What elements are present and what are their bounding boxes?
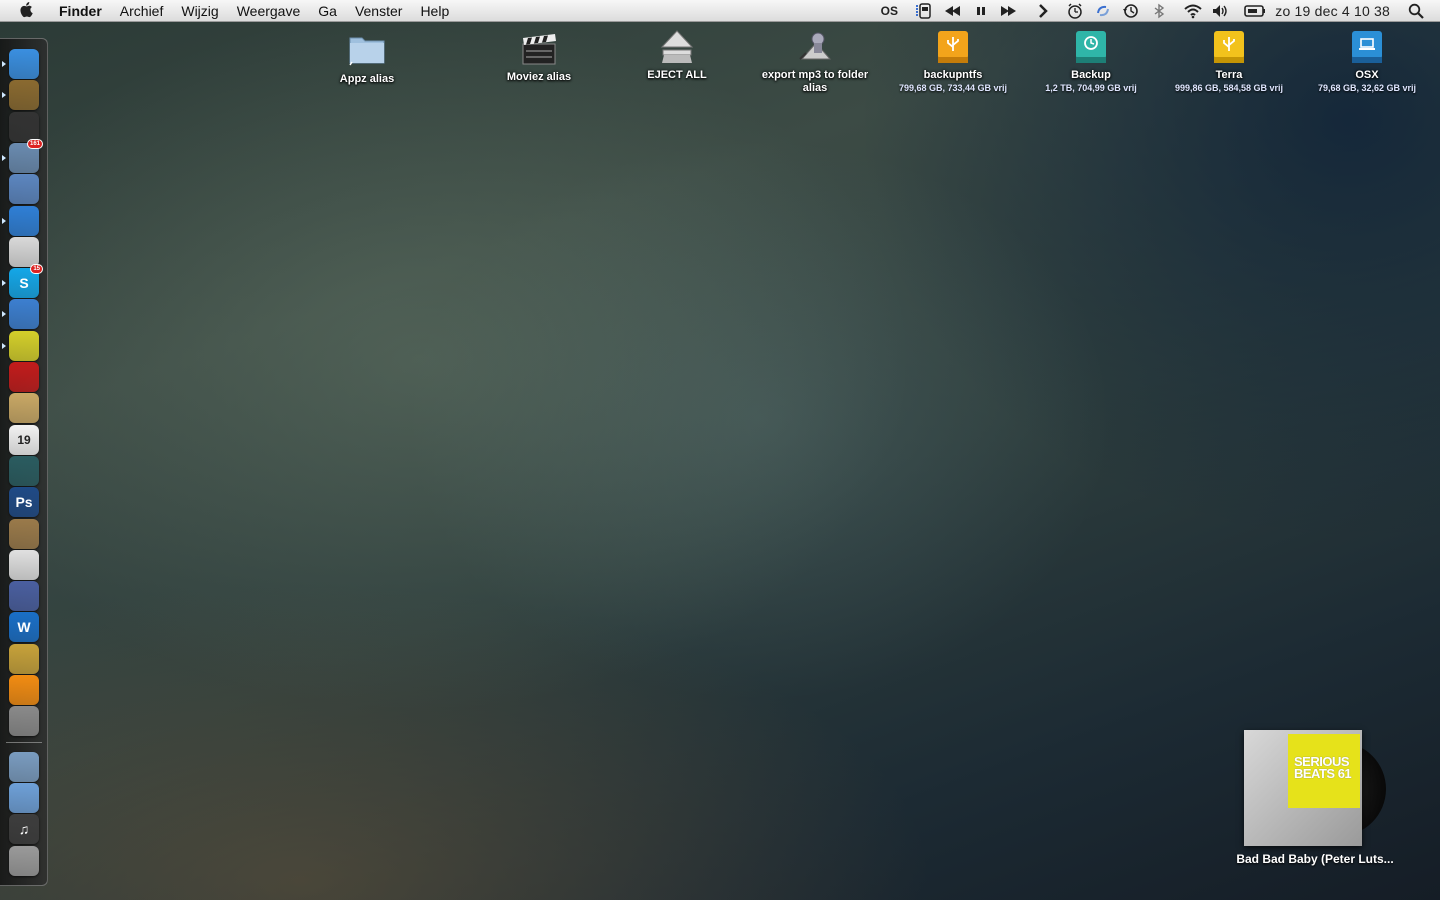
usb-drive-icon: [1210, 28, 1248, 66]
running-indicator: [2, 342, 6, 349]
clapper-icon: [520, 30, 558, 68]
desktop-icon-label: backupntfs: [923, 69, 983, 81]
desktop-icon-label: Appz alias: [339, 73, 395, 85]
app-menu-finder[interactable]: Finder: [50, 0, 111, 22]
menu-wijzig[interactable]: Wijzig: [172, 0, 227, 22]
desktop-icon-info: 799,68 GB, 733,44 GB vrij: [898, 83, 1008, 93]
internal-drive-icon: [1348, 28, 1386, 66]
album-cover-text-2: BEATS 61: [1294, 766, 1352, 781]
dock-badge: 161: [26, 138, 43, 149]
running-indicator: [2, 311, 6, 318]
dock-badge: 15: [30, 264, 43, 275]
apple-menu-icon[interactable]: [18, 2, 36, 20]
dock-item-transmit[interactable]: [9, 362, 39, 392]
fast-forward-icon[interactable]: [995, 0, 1023, 22]
dock-item-safari[interactable]: [9, 205, 39, 236]
dock-item-system-preferences[interactable]: [9, 706, 39, 737]
menu-bar: Finder Archief Wijzig Weergave Ga Venste…: [0, 0, 1440, 22]
running-indicator: [2, 92, 6, 99]
dock-item-imovie[interactable]: [9, 643, 39, 674]
dock-item-music-stack[interactable]: ♫: [9, 814, 39, 845]
dock-item-script-editor[interactable]: [9, 581, 39, 612]
music-stack-icon: ♫: [18, 821, 30, 838]
running-indicator: [2, 61, 6, 67]
dock-item-finder[interactable]: [9, 49, 39, 79]
desktop-icon-label: Moviez alias: [506, 71, 572, 83]
os-status-label[interactable]: OS: [875, 0, 903, 22]
time-machine-icon[interactable]: [1117, 0, 1145, 22]
chevron-right-icon[interactable]: [1029, 0, 1057, 22]
ical-icon: 19: [17, 432, 31, 447]
sync-icon[interactable]: [1089, 0, 1117, 22]
word-icon: W: [17, 619, 31, 636]
dock-item-stickies[interactable]: [9, 330, 39, 361]
dock-item-trash[interactable]: [9, 845, 39, 876]
desktop-icon-terra[interactable]: Terra 999,86 GB, 584,58 GB vrij: [1164, 28, 1294, 94]
dock-item-preview[interactable]: [9, 174, 39, 205]
spotlight-icon[interactable]: [1402, 0, 1430, 22]
battery-monitor-icon[interactable]: [911, 0, 939, 22]
dock-item-documents-stack[interactable]: [9, 782, 39, 813]
running-indicator: [2, 217, 6, 224]
usb-drive-icon: [934, 28, 972, 66]
automator-icon: [796, 28, 834, 66]
eject-icon: [658, 28, 696, 66]
display-icon[interactable]: [1241, 0, 1269, 22]
now-playing-widget[interactable]: SERIOUS BEATS 61 Bad Bad Baby (Peter Lut…: [1230, 728, 1400, 873]
desktop-icon-info: 1,2 TB, 704,99 GB vrij: [1045, 83, 1137, 93]
album-cover-art: SERIOUS BEATS 61: [1288, 734, 1360, 808]
rewind-icon[interactable]: [939, 0, 967, 22]
dock: 161 S 15 19 Ps W ♫: [0, 38, 48, 886]
dock-separator: [6, 741, 42, 743]
desktop-icon-label: OSX: [1355, 69, 1379, 81]
dock-item-skype[interactable]: S 15: [9, 264, 43, 299]
dock-item-itunes[interactable]: [9, 299, 39, 330]
dock-item-address-book[interactable]: [9, 393, 39, 424]
dock-item-applications-stack[interactable]: [9, 751, 39, 782]
menu-venster[interactable]: Venster: [346, 0, 411, 22]
desktop-icon-osx[interactable]: OSX 79,68 GB, 32,62 GB vrij: [1302, 28, 1432, 94]
volume-icon[interactable]: [1207, 0, 1235, 22]
dock-item-spaceship[interactable]: [9, 80, 39, 111]
bluetooth-icon[interactable]: [1145, 0, 1173, 22]
desktop-icon-backup[interactable]: Backup 1,2 TB, 704,99 GB vrij: [1026, 28, 1156, 94]
alarm-clock-icon[interactable]: [1061, 0, 1089, 22]
desktop-icon-export-mp3[interactable]: export mp3 to folder alias: [750, 28, 880, 95]
menu-help[interactable]: Help: [411, 0, 458, 22]
album-cover[interactable]: SERIOUS BEATS 61: [1244, 730, 1362, 846]
menu-archief[interactable]: Archief: [111, 0, 173, 22]
dock-item-word[interactable]: W: [9, 612, 39, 643]
dock-item-vlc[interactable]: [9, 675, 39, 705]
desktop-icon-backupntfs[interactable]: backupntfs 799,68 GB, 733,44 GB vrij: [888, 28, 1018, 94]
desktop-icon-info: 999,86 GB, 584,58 GB vrij: [1174, 83, 1284, 93]
wifi-icon[interactable]: [1179, 0, 1207, 22]
desktop-icon-label: Backup: [1071, 69, 1111, 81]
dock-item-photoshop[interactable]: Ps: [9, 487, 39, 518]
dock-item-dashboard[interactable]: [9, 111, 39, 142]
dock-item-time-machine[interactable]: [9, 455, 39, 486]
desktop-icon-info: 79,68 GB, 32,62 GB vrij: [1317, 83, 1417, 93]
running-indicator: [2, 280, 6, 287]
dock-item-iphoto[interactable]: [9, 518, 39, 549]
dock-item-mail[interactable]: 161: [9, 138, 43, 173]
desktop-icon-label: EJECT ALL: [647, 69, 707, 81]
menu-weergave[interactable]: Weergave: [228, 0, 310, 22]
desktop-icon-label: export mp3 to folder alias: [761, 69, 869, 94]
dock-item-textedit[interactable]: [9, 549, 39, 580]
pause-icon[interactable]: [967, 0, 995, 22]
desktop-icon-moviez-alias[interactable]: Moviez alias: [474, 30, 604, 84]
photoshop-icon: Ps: [15, 494, 33, 511]
menu-ga[interactable]: Ga: [309, 0, 346, 22]
desktop-icon-appz-alias[interactable]: Appz alias: [302, 30, 432, 86]
now-playing-track: Bad Bad Baby (Peter Luts...: [1236, 852, 1394, 866]
dock-item-ical[interactable]: 19: [9, 424, 39, 455]
time-machine-drive-icon: [1072, 28, 1110, 66]
desktop-icon-eject-all[interactable]: EJECT ALL: [612, 28, 742, 82]
desktop-icon-label: Terra: [1215, 69, 1243, 81]
dock-item-adium[interactable]: [9, 236, 39, 267]
menubar-clock[interactable]: zo 19 dec 4 10 38: [1269, 0, 1402, 22]
folder-icon: [348, 30, 386, 68]
skype-icon: S: [19, 275, 29, 292]
running-indicator: [2, 154, 6, 161]
